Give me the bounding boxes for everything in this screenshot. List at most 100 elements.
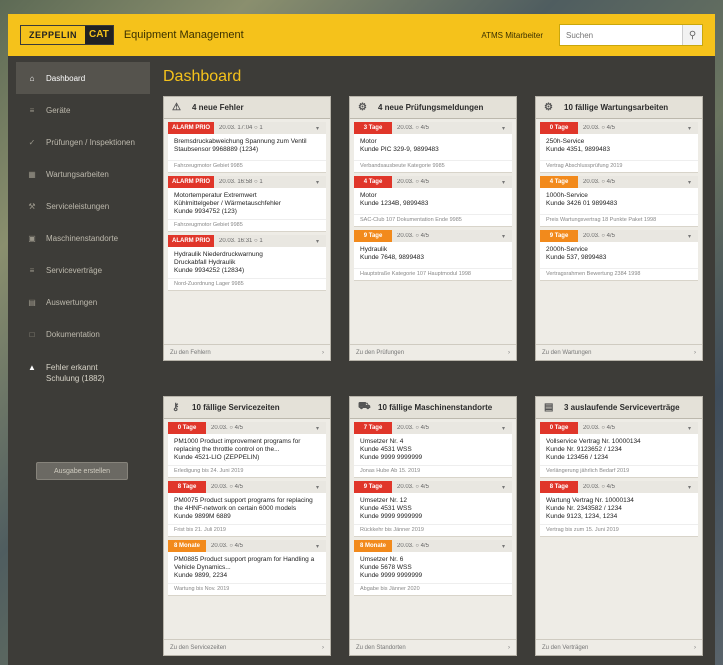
panel-header: ⚷ 10 fällige Servicezeiten bbox=[164, 397, 330, 419]
chevron-down-icon[interactable]: ▾ bbox=[502, 233, 512, 240]
panel-footer-text: Zu den Servicezeiten bbox=[170, 644, 227, 651]
entry-text: Motor Kunde PIC 329-9, 9899483 bbox=[360, 138, 439, 153]
warning-icon: ⚠ bbox=[172, 102, 181, 113]
status-badge: 8 Tage bbox=[540, 481, 578, 493]
chevron-right-icon: › bbox=[694, 349, 696, 356]
list-item[interactable]: 4 Tage 20.03. ○ 4/5 ▾ 1000h-Service Kunde 34… bbox=[540, 176, 698, 227]
wrench-icon: ⚙ bbox=[544, 102, 553, 113]
chevron-right-icon: › bbox=[508, 349, 510, 356]
sidebar-item-serviceleistungen[interactable]: ⚒ Serviceleistungen bbox=[16, 190, 150, 222]
sidebar-item-alert[interactable]: ▲ Fehler erkannt Schulung (1882) bbox=[16, 356, 150, 396]
panel-footer-link[interactable]: Zu den Standorten › bbox=[350, 639, 516, 655]
sidebar-item-servicevertraege[interactable]: ≡ Serviceverträge bbox=[16, 254, 150, 286]
chevron-down-icon[interactable]: ▾ bbox=[316, 125, 326, 132]
sidebar-item-label: Dokumentation bbox=[46, 329, 100, 339]
status-badge: 0 Tage bbox=[540, 122, 578, 134]
list-item[interactable]: 8 Monate 20.03. ○ 4/5 ▾ PM0885 Product supp… bbox=[168, 540, 326, 596]
panel-new-inspections: ⚙ 4 neue Prüfungsmeldungen 3 Tage 20.03. ○… bbox=[349, 96, 517, 361]
search-icon[interactable]: ⚲ bbox=[682, 25, 702, 45]
panel-footer-text: Zu den Prüfungen bbox=[356, 349, 405, 356]
doc-icon: ▤ bbox=[544, 402, 554, 413]
chevron-down-icon[interactable]: ▾ bbox=[316, 543, 326, 550]
list-icon: ≡ bbox=[29, 105, 35, 115]
list-item[interactable]: 9 Tage 20.03. ○ 4/5 ▾ Hydraulik Kunde 7648, … bbox=[354, 230, 512, 281]
entry-text: 2000h-Service Kunde 537, 9899483 bbox=[546, 246, 607, 261]
entry-meta: 20.03. ○ 4/5 bbox=[211, 543, 243, 549]
logo-text: ZEPPELIN bbox=[29, 30, 78, 40]
chevron-down-icon[interactable]: ▾ bbox=[688, 125, 698, 132]
panel-footer-text: Zu den Standorten bbox=[356, 644, 406, 651]
panel-footer-link[interactable]: Zu den Wartungen › bbox=[536, 344, 702, 360]
entry-meta: 20.03. ○ 4/5 bbox=[397, 125, 429, 131]
entry-footer: Fahrzeugmotor Gebiet 9985 bbox=[168, 160, 326, 172]
list-item[interactable]: ALARM PRIO 20.03. 16:31 ○ 1 ▾ Hydraulik Nie… bbox=[168, 235, 326, 291]
chevron-down-icon[interactable]: ▾ bbox=[502, 484, 512, 491]
list-item[interactable]: 0 Tage 20.03. ○ 4/5 ▾ Vollservice Vertrag N… bbox=[540, 422, 698, 478]
panel-footer-link[interactable]: Zu den Fehlern › bbox=[164, 344, 330, 360]
chevron-down-icon[interactable]: ▾ bbox=[688, 179, 698, 186]
entry-footer: Erledigung bis 24. Juni 2019 bbox=[168, 465, 326, 477]
panel-footer-link[interactable]: Zu den Verträgen › bbox=[536, 639, 702, 655]
entry-text: Hydraulik Niederdruckwarnung Druckabfall … bbox=[174, 251, 263, 274]
entry-text: Vollservice Vertrag Nr. 10000134 Kunde Nr… bbox=[546, 438, 641, 461]
user-name[interactable]: ATMS Mitarbeiter bbox=[481, 31, 543, 40]
chevron-right-icon: › bbox=[508, 644, 510, 651]
list-item[interactable]: ALARM PRIO 20.03. 17:04 ○ 1 ▾ Bremsdruckabw… bbox=[168, 122, 326, 173]
list-item[interactable]: 9 Tage 20.03. ○ 4/5 ▾ 2000h-Service Kunde 53… bbox=[540, 230, 698, 281]
chevron-right-icon: › bbox=[694, 644, 696, 651]
status-badge: 4 Tage bbox=[540, 176, 578, 188]
chevron-down-icon[interactable]: ▾ bbox=[688, 425, 698, 432]
panel-due-machine-locations: ⛟ 10 fällige Maschinenstandorte 7 Tage 20.… bbox=[349, 396, 517, 656]
sidebar-item-pruefungen[interactable]: ✓ Prüfungen / Inspektionen bbox=[16, 126, 150, 158]
entry-text: PM0075 Product support programs for repl… bbox=[174, 497, 313, 520]
status-badge: 8 Monate bbox=[354, 540, 392, 552]
doc-icon: □ bbox=[29, 329, 35, 339]
list-item[interactable]: ALARM PRIO 20.03. 16:58 ○ 1 ▾ Motortemperat… bbox=[168, 176, 326, 232]
entry-meta: 20.03. ○ 4/5 bbox=[583, 179, 615, 185]
chevron-down-icon[interactable]: ▾ bbox=[502, 179, 512, 186]
panel-header: ▤ 3 auslaufende Serviceverträge bbox=[536, 397, 702, 419]
sidebar-item-geraete[interactable]: ≡ Geräte bbox=[16, 94, 150, 126]
list-item[interactable]: 7 Tage 20.03. ○ 4/5 ▾ Umsetzer Nr. 4 Kunde 4… bbox=[354, 422, 512, 478]
sidebar-item-maschinenstandorte[interactable]: ▣ Maschinenstandorte bbox=[16, 222, 150, 254]
alert-line-1: Fehler erkannt bbox=[46, 363, 98, 372]
chevron-down-icon[interactable]: ▾ bbox=[502, 425, 512, 432]
status-badge: 8 Tage bbox=[168, 481, 206, 493]
chart-icon: ▤ bbox=[28, 297, 36, 307]
sidebar-item-label: Auswertungen bbox=[46, 297, 98, 307]
search-input[interactable] bbox=[560, 25, 682, 45]
panel-footer-link[interactable]: Zu den Servicezeiten › bbox=[164, 639, 330, 655]
gear-icon: ⚙ bbox=[358, 102, 367, 113]
chevron-down-icon[interactable]: ▾ bbox=[316, 179, 326, 186]
list-item[interactable]: 3 Tage 20.03. ○ 4/5 ▾ Motor Kunde PIC 329-9,… bbox=[354, 122, 512, 173]
chevron-down-icon[interactable]: ▾ bbox=[688, 484, 698, 491]
list-item[interactable]: 0 Tage 20.03. ○ 4/5 ▾ PM1000 Product improv… bbox=[168, 422, 326, 478]
zeppelin-cat-logo[interactable]: ZEPPELIN CAT bbox=[20, 25, 114, 45]
sidebar-item-auswertungen[interactable]: ▤ Auswertungen bbox=[16, 286, 150, 318]
calendar-icon: ▦ bbox=[28, 169, 36, 179]
entry-footer: Preis Wartungsvertrag 18 Punkte Paket 19… bbox=[540, 214, 698, 226]
panel-footer-link[interactable]: Zu den Prüfungen › bbox=[350, 344, 516, 360]
sidebar-item-dashboard[interactable]: ⌂ Dashboard bbox=[16, 62, 150, 94]
list-item[interactable]: 9 Tage 20.03. ○ 4/5 ▾ Umsetzer Nr. 12 Kunde … bbox=[354, 481, 512, 537]
sidebar-item-label: Serviceverträge bbox=[46, 265, 103, 275]
list-item[interactable]: 8 Tage 20.03. ○ 4/5 ▾ PM0075 Product suppor… bbox=[168, 481, 326, 537]
entry-meta: 20.03. ○ 4/5 bbox=[397, 484, 429, 490]
sidebar-item-wartungsarbeiten[interactable]: ▦ Wartungsarbeiten bbox=[16, 158, 150, 190]
chevron-down-icon[interactable]: ▾ bbox=[502, 125, 512, 132]
entry-text: Motortemperatur Extremwert Kühlmittelgebe… bbox=[174, 192, 281, 215]
chevron-down-icon[interactable]: ▾ bbox=[316, 484, 326, 491]
list-item[interactable]: 0 Tage 20.03. ○ 4/5 ▾ 250h-Service Kunde 435… bbox=[540, 122, 698, 173]
wrench-icon: ⚒ bbox=[28, 201, 36, 211]
chevron-down-icon[interactable]: ▾ bbox=[688, 233, 698, 240]
entry-meta: 20.03. 16:58 ○ 1 bbox=[219, 179, 263, 185]
sidebar-item-dokumentation[interactable]: □ Dokumentation bbox=[16, 318, 150, 350]
list-item[interactable]: 8 Tage 20.03. ○ 4/5 ▾ Wartung Vertrag Nr. 1… bbox=[540, 481, 698, 537]
list-item[interactable]: 8 Monate 20.03. ○ 4/5 ▾ Umsetzer Nr. 6 Kunde… bbox=[354, 540, 512, 596]
list-item[interactable]: 4 Tage 20.03. ○ 4/5 ▾ Motor Kunde 1234B, 989… bbox=[354, 176, 512, 227]
chevron-down-icon[interactable]: ▾ bbox=[316, 238, 326, 245]
chevron-down-icon[interactable]: ▾ bbox=[502, 543, 512, 550]
entry-footer: Vertrag Abschlussprüfung 2019 bbox=[540, 160, 698, 172]
create-output-button[interactable]: Ausgabe erstellen bbox=[36, 462, 128, 480]
chevron-down-icon[interactable]: ▾ bbox=[316, 425, 326, 432]
